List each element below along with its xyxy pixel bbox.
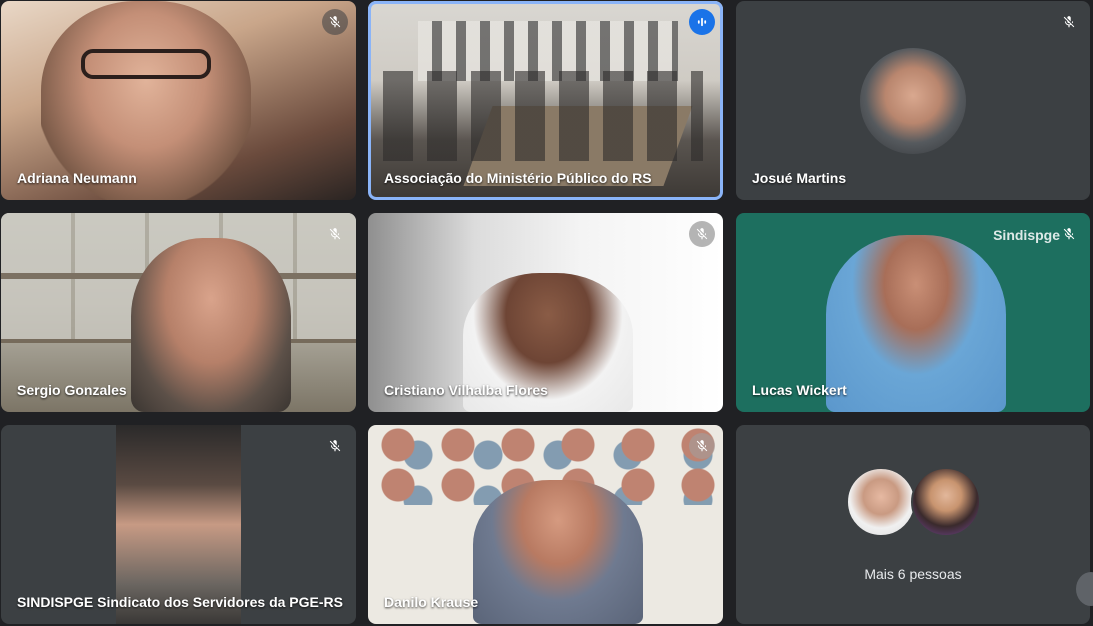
- participant-tile[interactable]: Josué Martins: [736, 1, 1090, 200]
- more-participants-tile[interactable]: Mais 6 pessoas: [736, 425, 1090, 624]
- participant-name: Sergio Gonzales: [17, 382, 127, 398]
- avatar: [860, 48, 966, 154]
- mic-off-icon: [322, 221, 348, 247]
- mic-off-icon: [689, 221, 715, 247]
- participant-name: Adriana Neumann: [17, 170, 137, 186]
- participant-tile-active[interactable]: Associação do Ministério Público do RS: [368, 1, 723, 200]
- watermark-logo: Sindispge: [993, 227, 1060, 243]
- participant-name: SINDISPGE Sindicato dos Servidores da PG…: [17, 594, 343, 610]
- participant-tile[interactable]: Cristiano Vilhalba Flores: [368, 213, 723, 412]
- meeting-attendees: [383, 71, 703, 161]
- participant-name: Cristiano Vilhalba Flores: [384, 382, 548, 398]
- participant-name: Danilo Krause: [384, 594, 479, 610]
- participant-tile[interactable]: Danilo Krause: [368, 425, 723, 624]
- mic-off-icon: [1056, 9, 1082, 35]
- mic-off-icon: [689, 433, 715, 459]
- participant-video: [473, 480, 643, 624]
- more-participants-label: Mais 6 pessoas: [864, 566, 962, 582]
- participant-video: [131, 238, 291, 412]
- participant-tile[interactable]: Sindispge Lucas Wickert: [736, 213, 1090, 412]
- participant-name: Lucas Wickert: [752, 382, 847, 398]
- participant-name: Associação do Ministério Público do RS: [384, 170, 652, 186]
- mic-off-icon: [322, 433, 348, 459]
- avatar: [846, 467, 916, 537]
- participant-glasses: [81, 49, 211, 79]
- participant-tile[interactable]: SINDISPGE Sindicato dos Servidores da PG…: [1, 425, 356, 624]
- participant-name: Josué Martins: [752, 170, 847, 186]
- participant-tile[interactable]: Adriana Neumann: [1, 1, 356, 200]
- avatar: [911, 467, 981, 537]
- mic-off-icon: [322, 9, 348, 35]
- participant-video: [826, 235, 1006, 412]
- mic-off-icon: [1056, 221, 1082, 247]
- audio-level-icon: [689, 9, 715, 35]
- participant-tile[interactable]: Sergio Gonzales: [1, 213, 356, 412]
